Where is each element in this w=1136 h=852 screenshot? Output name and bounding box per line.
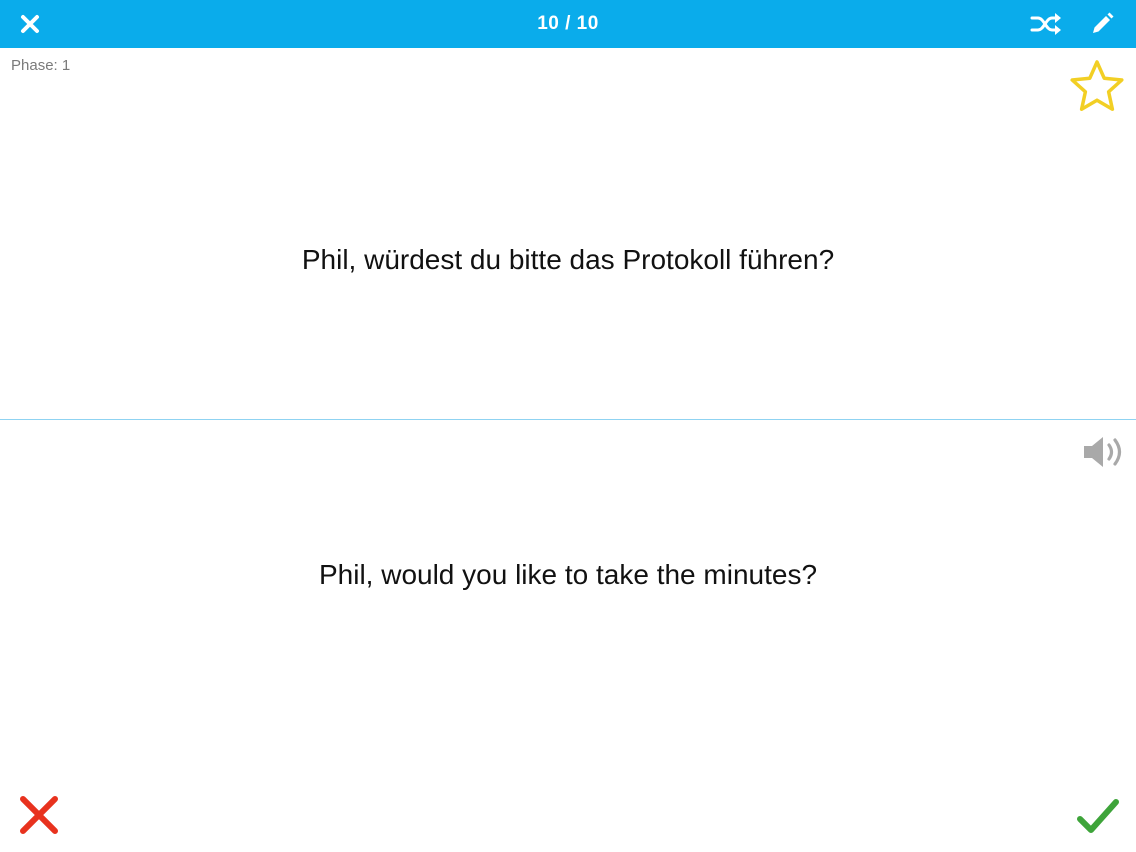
star-outline-icon[interactable] [1066,58,1128,118]
x-mark-icon[interactable] [18,794,60,836]
top-bar: 10 / 10 [0,0,1136,48]
check-mark-icon[interactable] [1076,797,1120,835]
card-front-text: Phil, würdest du bitte das Protokoll füh… [301,244,835,275]
speaker-icon[interactable] [1080,432,1130,472]
card-back-text: Phil, would you like to take the minutes… [318,559,818,590]
phase-label: Phase: 1 [11,57,71,74]
card-counter: 10 / 10 [537,13,599,34]
card-divider [0,419,1136,420]
shuffle-icon[interactable] [1029,10,1063,38]
pencil-icon[interactable] [1088,10,1116,38]
